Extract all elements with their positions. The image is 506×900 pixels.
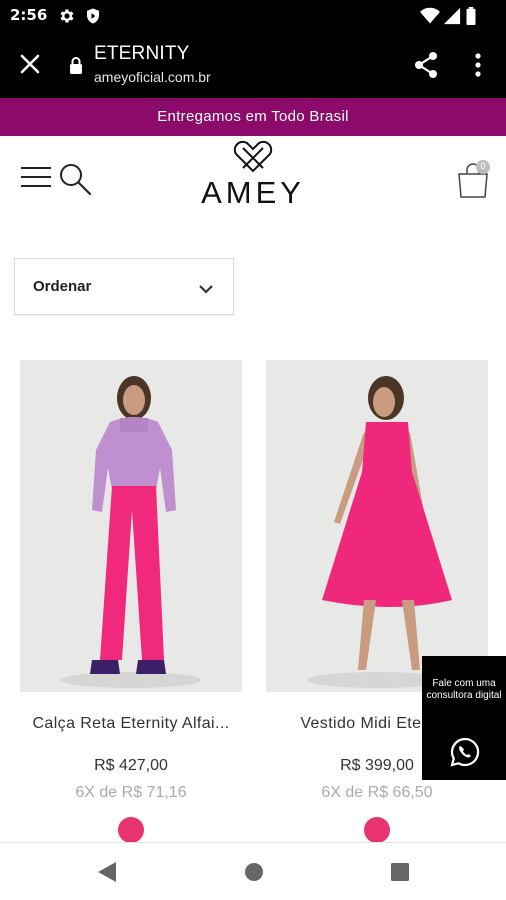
whatsapp-text: Fale com uma consultora digital bbox=[426, 678, 502, 701]
home-icon[interactable] bbox=[244, 862, 264, 882]
status-time: 2:56 bbox=[10, 6, 48, 24]
product-installments: 6X de R$ 71,16 bbox=[75, 784, 187, 801]
product-image[interactable] bbox=[20, 360, 242, 692]
cart-count-badge: 0 bbox=[476, 160, 490, 174]
shield-icon bbox=[87, 8, 99, 24]
chevron-down-icon bbox=[199, 285, 213, 294]
share-icon[interactable] bbox=[413, 51, 439, 79]
promo-banner: Entregamos em Todo Brasil bbox=[0, 98, 506, 136]
back-icon[interactable] bbox=[96, 860, 118, 884]
product-photo-dress bbox=[266, 360, 488, 692]
lock-icon bbox=[70, 57, 82, 74]
logo-text: AMEY bbox=[201, 175, 305, 210]
sort-label: Ordenar bbox=[33, 278, 92, 295]
signal-icon bbox=[443, 7, 461, 25]
page-url[interactable]: ameyoficial.com.br bbox=[94, 69, 211, 85]
product-price: R$ 427,00 bbox=[94, 757, 168, 774]
product-installments: 6X de R$ 66,50 bbox=[321, 784, 433, 801]
menu-icon[interactable] bbox=[20, 166, 52, 188]
navigation-bar bbox=[0, 842, 506, 900]
gear-icon bbox=[60, 9, 74, 23]
more-vert-icon[interactable] bbox=[470, 52, 486, 78]
product-photo-pants bbox=[20, 360, 242, 692]
color-swatch[interactable] bbox=[118, 817, 144, 843]
wifi-icon bbox=[420, 7, 440, 24]
whatsapp-widget[interactable]: Fale com uma consultora digital bbox=[422, 656, 506, 780]
product-image[interactable] bbox=[266, 360, 488, 692]
logo-heart-icon bbox=[233, 140, 273, 173]
sort-dropdown[interactable]: Ordenar bbox=[14, 258, 234, 315]
recents-icon[interactable] bbox=[391, 863, 409, 881]
status-bar: 2:56 bbox=[0, 0, 506, 32]
color-swatch[interactable] bbox=[364, 817, 390, 843]
whatsapp-icon bbox=[450, 737, 480, 767]
browser-toolbar: ETERNITY ameyoficial.com.br bbox=[0, 32, 506, 98]
page-title: ETERNITY bbox=[94, 43, 190, 64]
amey-logo[interactable]: AMEY bbox=[180, 140, 326, 214]
close-icon[interactable] bbox=[18, 52, 42, 76]
product-name[interactable]: Calça Reta Eternity Alfai... bbox=[20, 715, 242, 733]
search-icon[interactable] bbox=[58, 162, 92, 196]
battery-icon bbox=[466, 7, 476, 25]
